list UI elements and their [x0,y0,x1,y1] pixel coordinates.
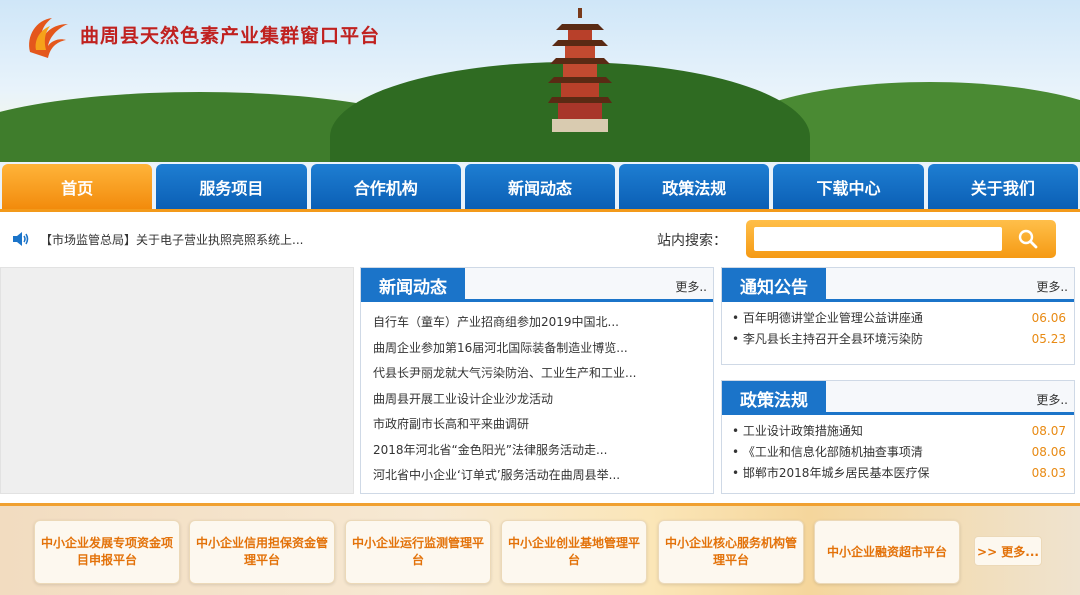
nav-item-services[interactable]: 服务项目 [156,164,307,209]
scrolling-notice-link[interactable]: 【市场监管总局】关于电子营业执照亮照系统上... [40,231,303,248]
notices-panel-title: 通知公告 [722,268,826,302]
slideshow-area[interactable] [0,267,354,494]
platform-card-finance-market[interactable]: 中小企业融资超市平台 [814,520,960,584]
platform-strip: 中小企业发展专项资金项目申报平台 中小企业信用担保资金管理平台 中小企业运行监测… [0,503,1080,595]
nav-item-policy[interactable]: 政策法规 [619,164,770,209]
platform-card-operation-monitor[interactable]: 中小企业运行监测管理平台 [345,520,491,584]
nav-item-news[interactable]: 新闻动态 [464,164,616,209]
notices-more-link[interactable]: 更多.. [1036,278,1068,295]
policy-item-date: 08.06 [1031,445,1066,459]
phoenix-logo-icon [29,18,68,58]
platform-card-core-service[interactable]: 中小企业核心服务机构管理平台 [658,520,804,584]
policy-item-title: 《工业和信息化部随机抽查事项清 [732,442,923,463]
policy-more-link[interactable]: 更多.. [1036,391,1068,408]
news-item[interactable]: 自行车（童车）产业招商组参加2019中国北... [373,310,713,336]
main-nav: 首页 服务项目 合作机构 新闻动态 政策法规 下载中心 关于我们 [0,162,1080,212]
policy-item-title: 邯郸市2018年城乡居民基本医疗保 [732,463,930,484]
notices-panel-header: 通知公告 更多.. [722,268,1074,302]
policy-item[interactable]: 《工业和信息化部随机抽查事项清 08.06 [732,442,1066,463]
nav-item-partners[interactable]: 合作机构 [310,164,461,209]
search-box [746,220,1056,258]
nav-item-downloads[interactable]: 下载中心 [773,164,924,209]
notice-search-row: 【市场监管总局】关于电子营业执照亮照系统上... 站内搜索： [0,215,1080,265]
policy-item[interactable]: 邯郸市2018年城乡居民基本医疗保 08.03 [732,463,1066,484]
notices-list: 百年明德讲堂企业管理公益讲座通 06.06 李凡县长主持召开全县环境污染防 05… [722,302,1074,350]
policy-list: 工业设计政策措施通知 08.07 《工业和信息化部随机抽查事项清 08.06 邯… [722,415,1074,484]
speaker-icon [13,232,29,246]
search-button[interactable] [1008,225,1048,253]
platforms-more-button[interactable]: >> 更多... [974,536,1042,566]
nav-item-home[interactable]: 首页 [2,164,153,209]
platform-card-startup-base[interactable]: 中小企业创业基地管理平台 [501,520,647,584]
news-more-link[interactable]: 更多.. [675,278,707,295]
news-item[interactable]: 代县长尹丽龙就大气污染防治、工业生产和工业... [373,361,713,387]
news-item[interactable]: 河北省中小企业‘订单式’服务活动在曲周县举... [373,463,713,489]
notice-item-date: 05.23 [1031,332,1066,346]
policy-item[interactable]: 工业设计政策措施通知 08.07 [732,421,1066,442]
header-banner: 曲周县天然色素产业集群窗口平台 [0,0,1080,162]
search-label: 站内搜索： [657,233,727,249]
notice-item-date: 06.06 [1031,311,1066,325]
policy-item-date: 08.03 [1031,466,1066,480]
policy-panel: 政策法规 更多.. 工业设计政策措施通知 08.07 《工业和信息化部随机抽查事… [721,380,1075,494]
news-item[interactable]: 曲周企业参加第16届河北国际装备制造业博览... [373,336,713,362]
news-list: 自行车（童车）产业招商组参加2019中国北... 曲周企业参加第16届河北国际装… [361,302,713,489]
news-panel-title: 新闻动态 [361,268,465,302]
notice-item-title: 百年明德讲堂企业管理公益讲座通 [732,308,923,329]
policy-panel-title: 政策法规 [722,381,826,415]
notices-panel: 通知公告 更多.. 百年明德讲堂企业管理公益讲座通 06.06 李凡县长主持召开… [721,267,1075,365]
news-panel-header: 新闻动态 更多.. [361,268,713,302]
notice-item-title: 李凡县长主持召开全县环境污染防 [732,329,923,350]
pagoda-illustration [548,8,612,132]
nav-item-about[interactable]: 关于我们 [927,164,1078,209]
search-input[interactable] [754,227,1002,251]
news-item[interactable]: 曲周县开展工业设计企业沙龙活动 [373,387,713,413]
news-item[interactable]: 2018年河北省“金色阳光”法律服务活动走... [373,438,713,464]
search-icon [1018,229,1038,249]
news-item[interactable]: 市政府副市长高和平来曲调研 [373,412,713,438]
news-panel: 新闻动态 更多.. 自行车（童车）产业招商组参加2019中国北... 曲周企业参… [360,267,714,494]
policy-panel-header: 政策法规 更多.. [722,381,1074,415]
notice-item[interactable]: 李凡县长主持召开全县环境污染防 05.23 [732,329,1066,350]
policy-item-title: 工业设计政策措施通知 [732,421,863,442]
site-title: 曲周县天然色素产业集群窗口平台 [80,25,381,47]
platform-card-credit-guarantee[interactable]: 中小企业信用担保资金管理平台 [189,520,335,584]
policy-item-date: 08.07 [1031,424,1066,438]
platform-card-special-fund[interactable]: 中小企业发展专项资金项目申报平台 [34,520,180,584]
notice-item[interactable]: 百年明德讲堂企业管理公益讲座通 06.06 [732,308,1066,329]
